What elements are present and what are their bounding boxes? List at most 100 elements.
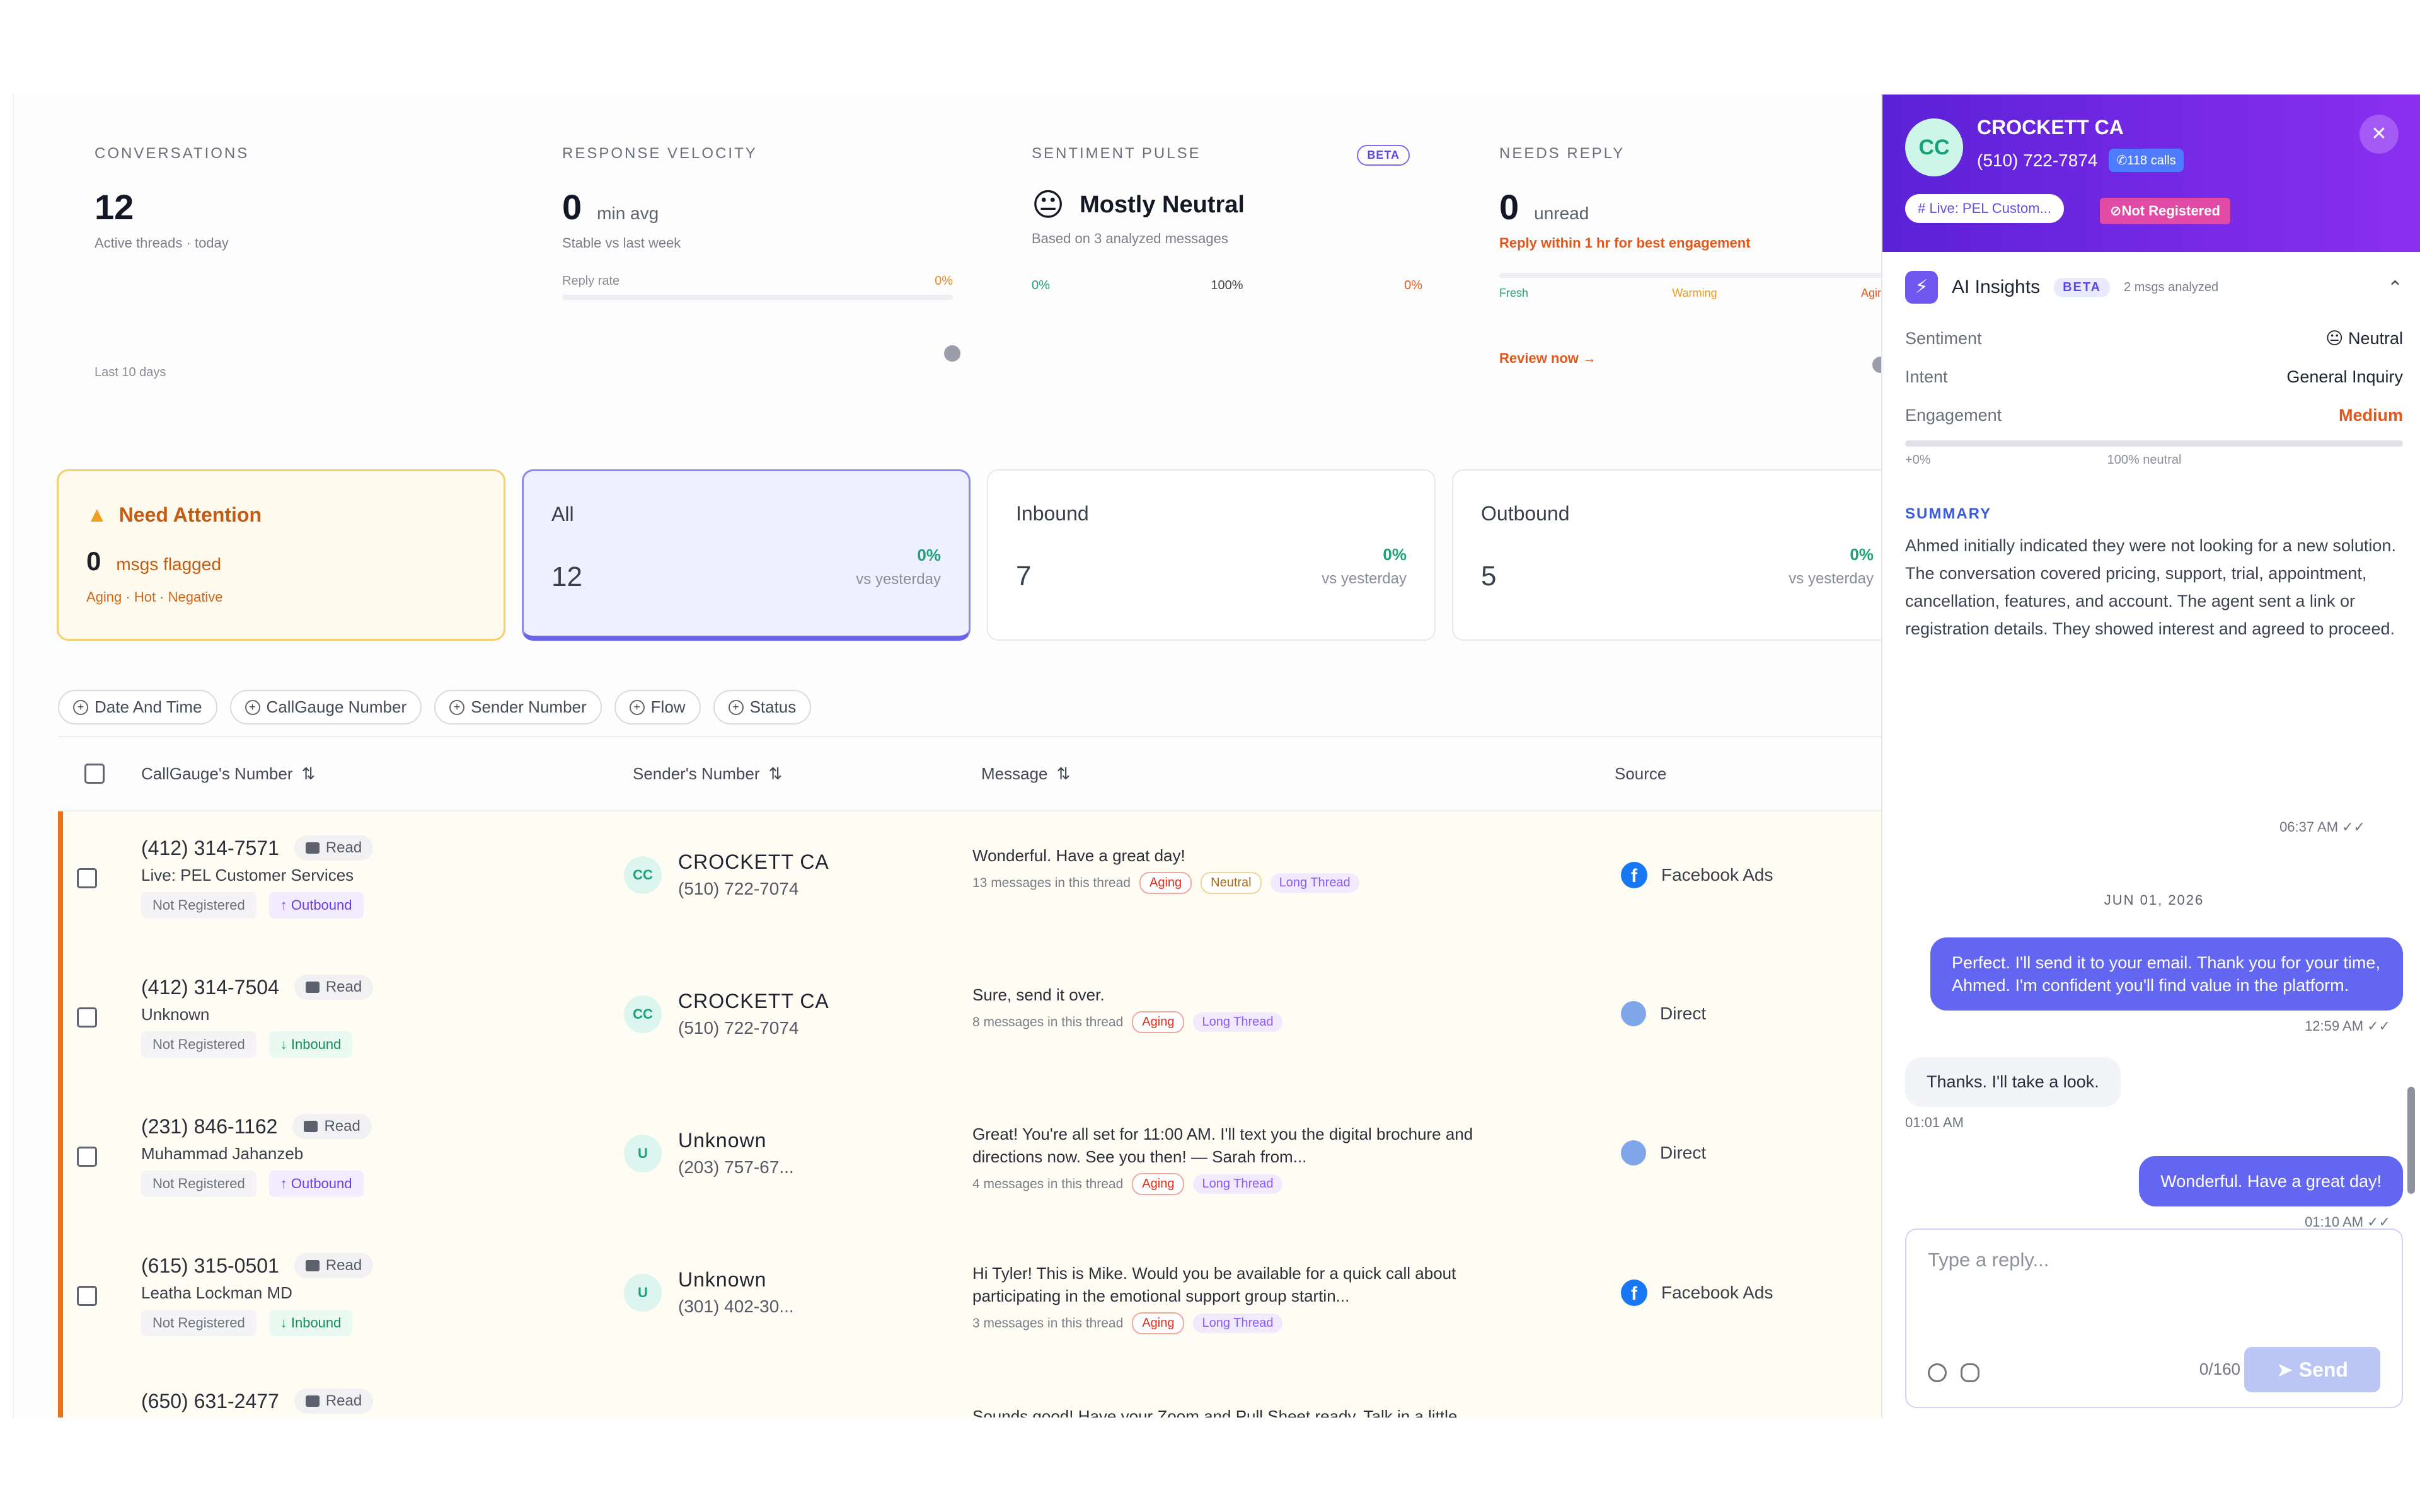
reply-rate-bar xyxy=(562,295,953,300)
thread-count: 8 messages in this thread xyxy=(972,1014,1124,1029)
card-count: 0 xyxy=(86,546,101,576)
live-tag[interactable]: # Live: PEL Custom... xyxy=(1905,194,2064,223)
stat-sub: Active threads · today xyxy=(95,235,229,251)
col-callgauge-number[interactable]: CallGauge's Number ⇅ xyxy=(141,764,315,784)
eng-scale-left: +0% xyxy=(1905,453,1931,467)
col-label: Message xyxy=(981,764,1048,783)
info-dot[interactable] xyxy=(944,345,960,362)
stat-unit: min avg xyxy=(597,203,659,223)
stat-sub: Reply within 1 hr for best engagement xyxy=(1499,235,1751,251)
send-button[interactable]: ➤ Send xyxy=(2244,1347,2380,1392)
registration-tag: Not Registered xyxy=(141,1031,256,1058)
avatar: CC xyxy=(624,856,662,894)
registration-label: Not Registered xyxy=(2121,203,2220,219)
table-body: (412) 314-7571 Read Live: PEL Customer Se… xyxy=(58,811,1882,1418)
callgauge-phone: (412) 314-7504 xyxy=(141,975,279,999)
thread-count: 13 messages in this thread xyxy=(972,875,1131,890)
reply-box[interactable]: Type a reply... 0/160 ➤ Send xyxy=(1905,1228,2403,1408)
registration-tag: Not Registered xyxy=(141,1171,256,1197)
card-vs: vs yesterday xyxy=(856,571,941,588)
scale-negative: 0% xyxy=(1404,278,1422,292)
sender-name: CROCKETT CA xyxy=(678,850,829,873)
row-checkbox[interactable] xyxy=(77,1147,97,1167)
chip-date-time[interactable]: + Date And Time xyxy=(58,690,217,724)
warning-icon: ▲ xyxy=(86,503,108,527)
sentiment-value: Neutral xyxy=(2348,329,2403,348)
registration-tag: Not Registered xyxy=(141,1310,256,1336)
outgoing-message: Wonderful. Have a great day! xyxy=(2139,1156,2403,1206)
table-row[interactable]: (412) 314-7504 Read Unknown Not Registere… xyxy=(63,951,1882,1090)
callgauge-name: Muhammad Jahanzeb xyxy=(141,1144,304,1163)
sender-name: Unknown xyxy=(678,1268,767,1291)
freshness-scale: Fresh Warming Aging xyxy=(1499,287,1890,300)
stat-label: NEEDS REPLY xyxy=(1499,145,1625,162)
read-label: Read xyxy=(325,1392,362,1409)
timestamp-text: 01:10 AM xyxy=(2305,1214,2364,1230)
calls-badge[interactable]: ✆118 calls xyxy=(2109,149,2184,172)
date-separator: JUN 01, 2026 xyxy=(2104,892,2204,908)
facebook-icon: f xyxy=(1621,862,1647,888)
table-header: CallGauge's Number ⇅ Sender's Number ⇅ Mes… xyxy=(58,736,1882,811)
chip-status[interactable]: + Status xyxy=(713,690,812,724)
read-badge: Read xyxy=(294,835,374,861)
source-label: Facebook Ads xyxy=(1661,865,1773,885)
filter-card-inbound[interactable]: Inbound 7 0% vs yesterday xyxy=(987,469,1436,641)
card-title: Outbound xyxy=(1481,502,1570,525)
timestamp-text: 12:59 AM xyxy=(2305,1018,2364,1034)
row-checkbox[interactable] xyxy=(77,868,97,888)
summary-text: Ahmed initially indicated they were not … xyxy=(1905,536,2396,638)
table-row[interactable]: (650) 631-2477 Read Sounds good! Have you… xyxy=(63,1368,1882,1418)
plus-icon: + xyxy=(245,699,260,715)
sentiment-scale: 0% 100% 0% xyxy=(1032,278,1422,293)
chip-sender-number[interactable]: + Sender Number xyxy=(434,690,602,724)
callgauge-name: Leatha Lockman MD xyxy=(141,1283,292,1302)
table-row[interactable]: (615) 315-0501 Read Leatha Lockman MD Not… xyxy=(63,1229,1882,1368)
table-row[interactable]: (231) 846-1162 Read Muhammad Jahanzeb Not… xyxy=(63,1090,1882,1229)
callgauge-phone: (615) 315-0501 xyxy=(141,1254,279,1277)
read-badge: Read xyxy=(292,1114,372,1139)
callgauge-phone: (231) 846-1162 xyxy=(141,1114,278,1138)
callgauge-phone: (412) 314-7571 xyxy=(141,836,279,859)
chip-callgauge-number[interactable]: + CallGauge Number xyxy=(229,690,422,724)
filter-card-all[interactable]: All 12 0% vs yesterday xyxy=(522,469,971,641)
row-checkbox[interactable] xyxy=(77,1286,97,1306)
col-sender-number[interactable]: Sender's Number ⇅ xyxy=(633,764,782,784)
envelope-icon xyxy=(305,982,320,993)
reply-input[interactable]: Type a reply... xyxy=(1928,1249,2049,1271)
avatar: CC xyxy=(624,995,662,1033)
card-meta: Aging · Hot · Negative xyxy=(86,589,223,605)
sort-icon: ⇅ xyxy=(1056,764,1071,783)
filter-card-outbound[interactable]: Outbound 5 0% vs yesterday xyxy=(1452,469,1882,641)
sender-name: CROCKETT CA xyxy=(678,990,829,1012)
stat-sub: Based on 3 analyzed messages xyxy=(1032,231,1228,246)
chip-flow[interactable]: + Flow xyxy=(614,690,701,724)
chip-label: Sender Number xyxy=(471,697,587,716)
read-label: Read xyxy=(325,839,362,856)
card-vs: vs yesterday xyxy=(1322,570,1407,587)
col-message[interactable]: Message ⇅ xyxy=(981,764,1070,784)
sender-phone: (203) 757-67... xyxy=(678,1157,794,1177)
direction-tag: ↑ Outbound xyxy=(268,1171,364,1197)
row-checkbox[interactable] xyxy=(77,1007,97,1028)
close-icon[interactable]: ✕ xyxy=(2360,115,2399,154)
plus-icon: + xyxy=(629,699,645,715)
table-row[interactable]: (412) 314-7571 Read Live: PEL Customer Se… xyxy=(63,811,1882,951)
source-label: Direct xyxy=(1660,1004,1707,1023)
intent-label: Intent xyxy=(1905,367,1948,386)
chip-label: Flow xyxy=(650,697,686,716)
chat-scrollbar[interactable] xyxy=(2407,1087,2415,1194)
select-all-checkbox[interactable] xyxy=(84,764,105,784)
stat-sub: Stable vs last week xyxy=(562,235,681,251)
chevron-up-icon[interactable]: ⌃ xyxy=(2387,277,2403,299)
sort-icon: ⇅ xyxy=(768,764,783,783)
attachment-icon[interactable] xyxy=(1961,1363,1979,1382)
long-thread-pill: Long Thread xyxy=(1193,1174,1282,1194)
emoji-icon[interactable] xyxy=(1928,1363,1947,1382)
filter-card-need-attention[interactable]: ▲ Need Attention 0 msgs flagged Aging · Ho… xyxy=(57,469,505,641)
sender-phone: (510) 722-7074 xyxy=(678,1018,799,1038)
direction-tag: ↓ Inbound xyxy=(268,1031,353,1058)
direction-tag: ↑ Outbound xyxy=(268,892,364,919)
col-source: Source xyxy=(1615,764,1666,784)
scale-neutral: 100% xyxy=(1211,278,1243,292)
review-now-link[interactable]: Review now → xyxy=(1499,350,1890,367)
